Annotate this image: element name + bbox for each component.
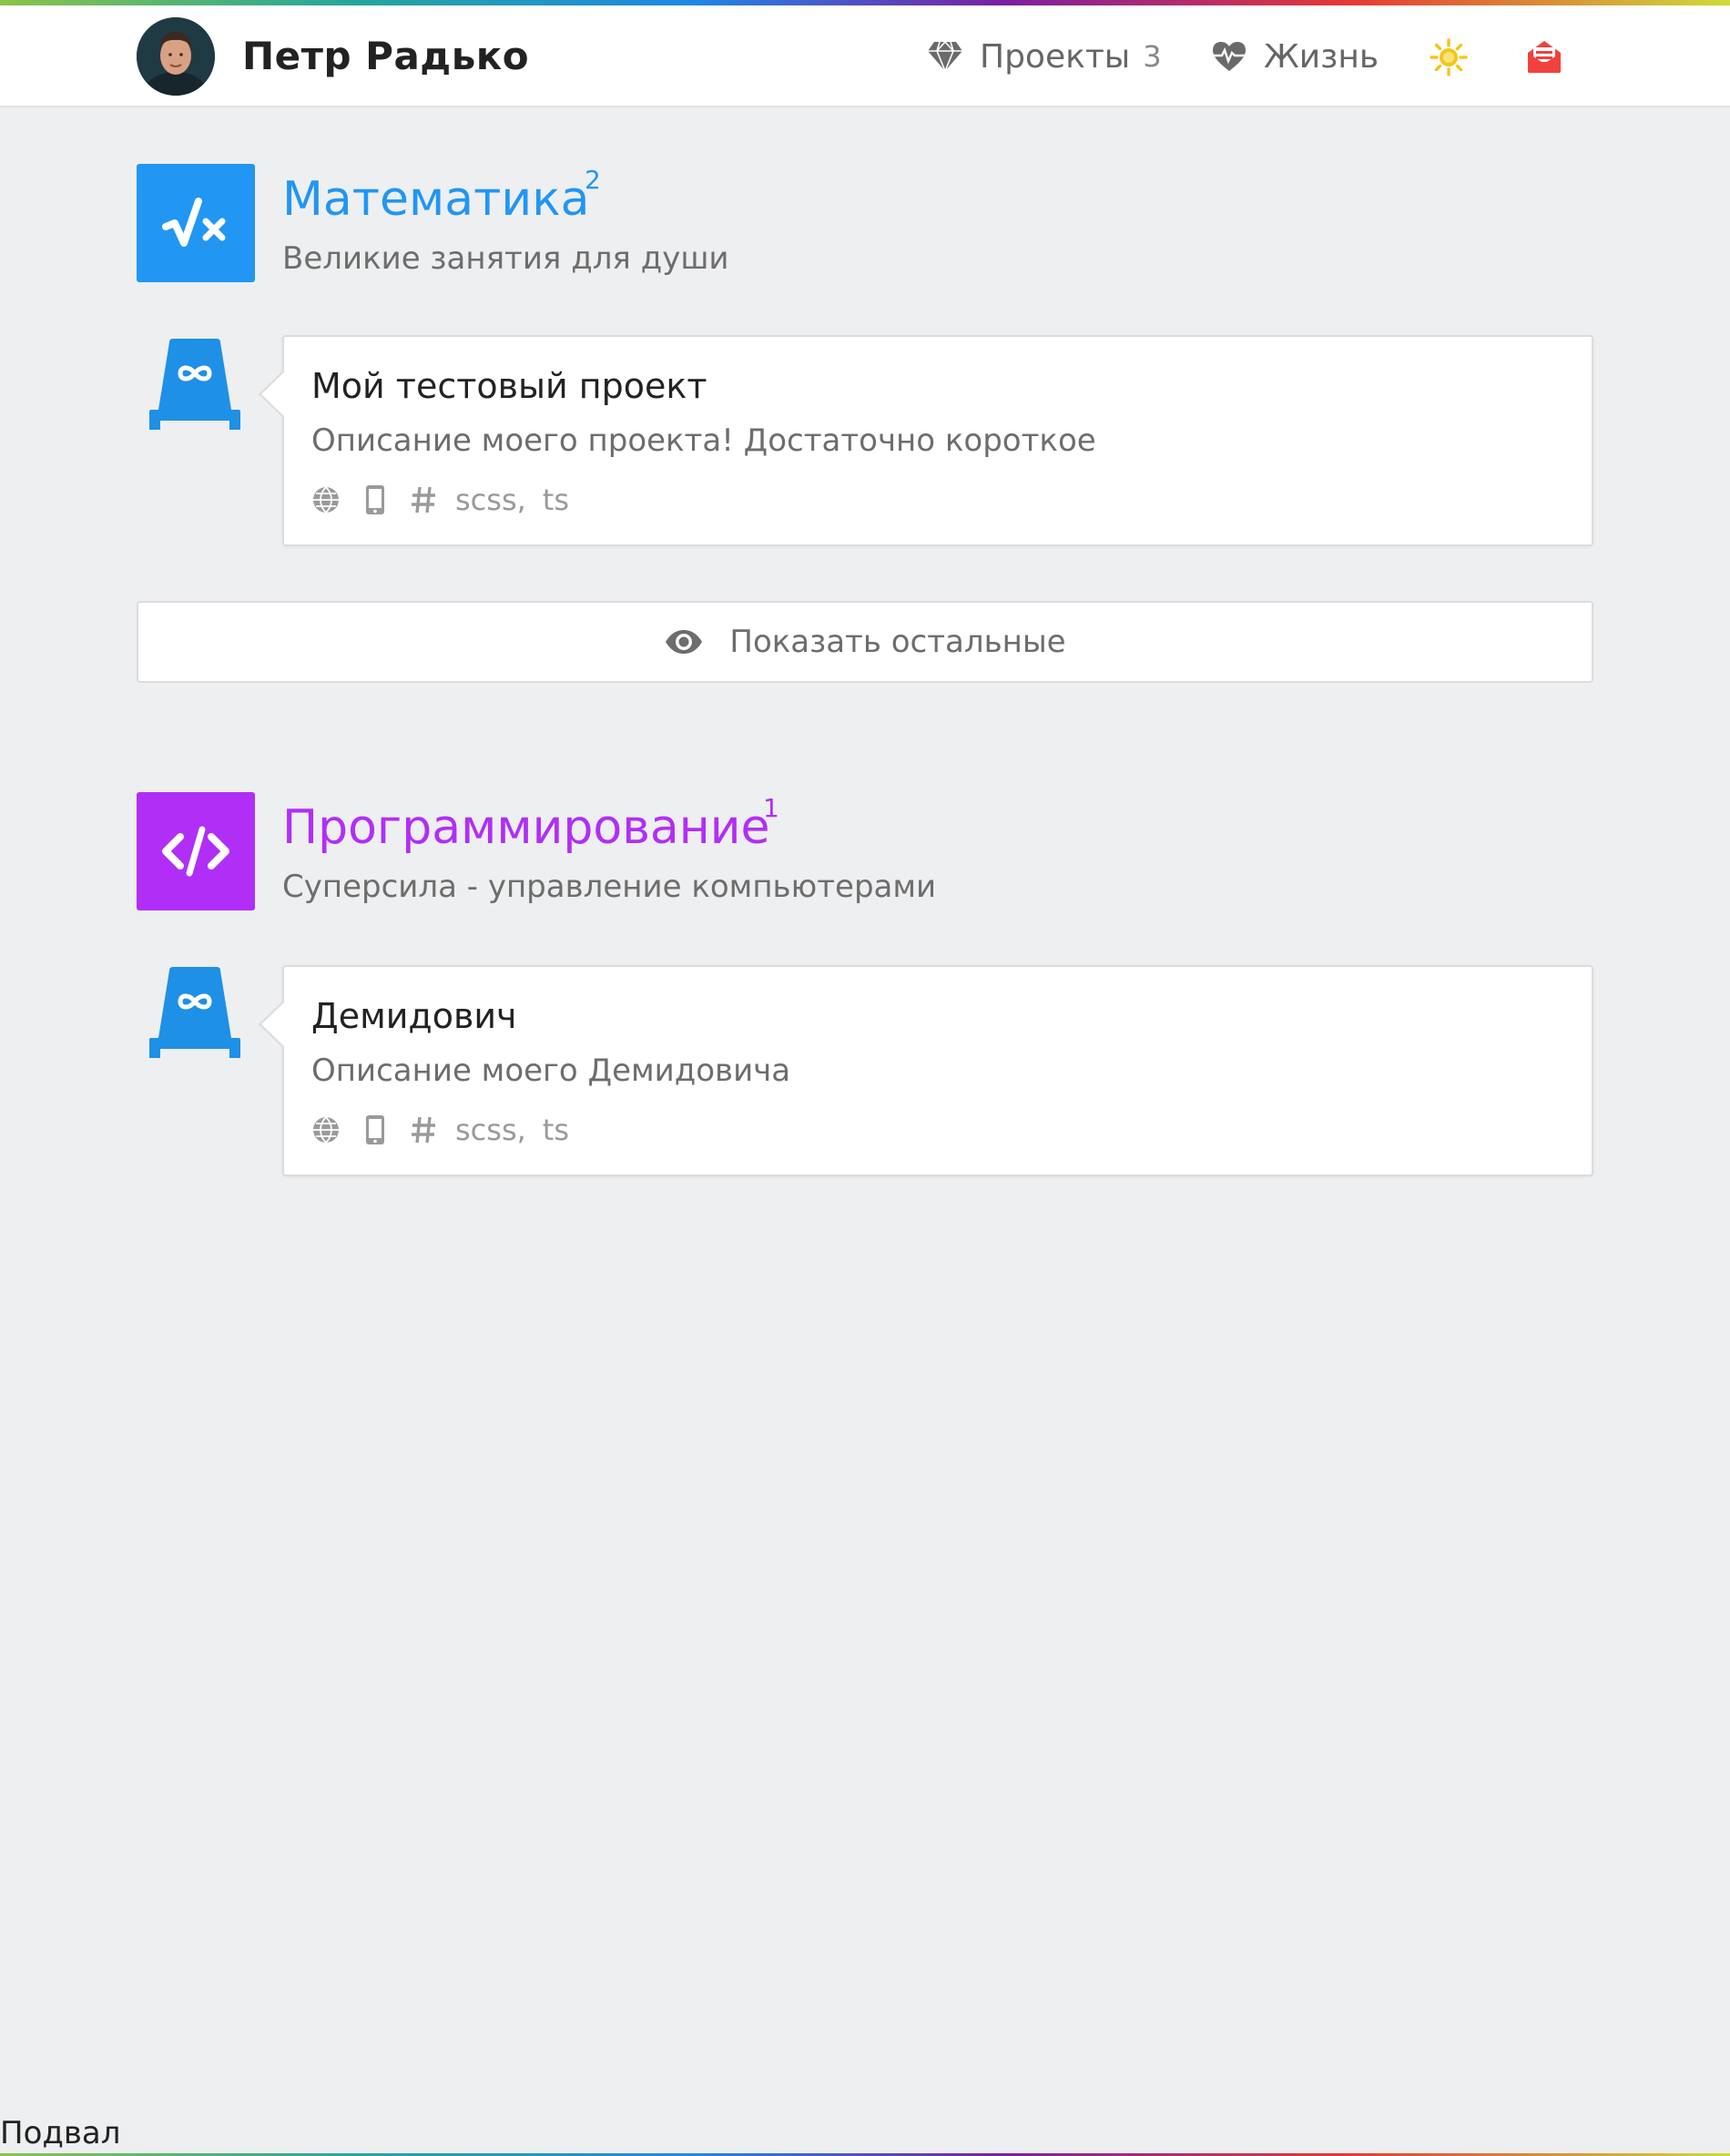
- square-root-icon: [137, 164, 255, 282]
- diamond-icon: [928, 40, 962, 73]
- project-card[interactable]: Демидович Описание моего Демидовича scss…: [259, 965, 1593, 1176]
- category-description: Великие занятия для души: [282, 240, 729, 277]
- project-meta: scss, ts: [311, 1111, 569, 1149]
- heartbeat-icon: [1213, 42, 1246, 71]
- project-card[interactable]: Мой тестовый проект Описание моего проек…: [259, 335, 1593, 546]
- project-description: Описание моего проекта! Достаточно корот…: [311, 422, 1096, 459]
- mobile-icon[interactable]: [364, 484, 386, 515]
- eye-icon: [666, 630, 703, 654]
- show-more-label: Показать остальные: [729, 624, 1066, 660]
- avatar[interactable]: [137, 17, 215, 96]
- category-title-text: Программирование: [282, 800, 770, 855]
- nav-life-label: Жизнь: [1264, 37, 1379, 76]
- project-title[interactable]: Демидович: [311, 992, 517, 1040]
- hashtag-icon: [412, 1116, 435, 1144]
- category-count: 1: [763, 793, 779, 823]
- sun-icon[interactable]: [1430, 38, 1468, 76]
- project-title[interactable]: Мой тестовый проект: [311, 362, 707, 410]
- mobile-icon[interactable]: [364, 1114, 386, 1145]
- tag[interactable]: scss,: [455, 483, 526, 517]
- category-title[interactable]: Программирование 1: [282, 793, 779, 859]
- hashtag-icon: [412, 486, 435, 514]
- envelope-open-icon[interactable]: [1526, 38, 1564, 76]
- tag[interactable]: ts: [543, 483, 569, 517]
- project-logo-icon: [149, 967, 240, 1058]
- footer: Подвал: [0, 2115, 121, 2151]
- project-description: Описание моего Демидовича: [311, 1053, 791, 1089]
- nav-projects[interactable]: Проекты 3: [927, 33, 1162, 80]
- category-title[interactable]: Математика 2: [282, 165, 601, 231]
- nav-projects-count: 3: [1143, 39, 1162, 74]
- globe-icon[interactable]: [311, 485, 341, 514]
- project-logo-icon: [149, 339, 240, 430]
- project-meta: scss, ts: [311, 481, 569, 519]
- site-title[interactable]: Петр Радько: [242, 29, 529, 84]
- category-description: Суперсила - управление компьютерами: [282, 869, 937, 905]
- nav-projects-label: Проекты: [980, 37, 1131, 76]
- tag[interactable]: scss,: [455, 1113, 526, 1147]
- globe-icon[interactable]: [311, 1115, 341, 1144]
- show-more-button[interactable]: Показать остальные: [137, 601, 1593, 683]
- code-icon: [137, 792, 255, 910]
- header: Петр Радько Проекты 3 Жизнь: [0, 5, 1730, 107]
- tag[interactable]: ts: [543, 1113, 569, 1147]
- nav-life[interactable]: Жизнь: [1211, 33, 1379, 80]
- category-title-text: Математика: [282, 172, 590, 227]
- category-count: 2: [585, 165, 601, 195]
